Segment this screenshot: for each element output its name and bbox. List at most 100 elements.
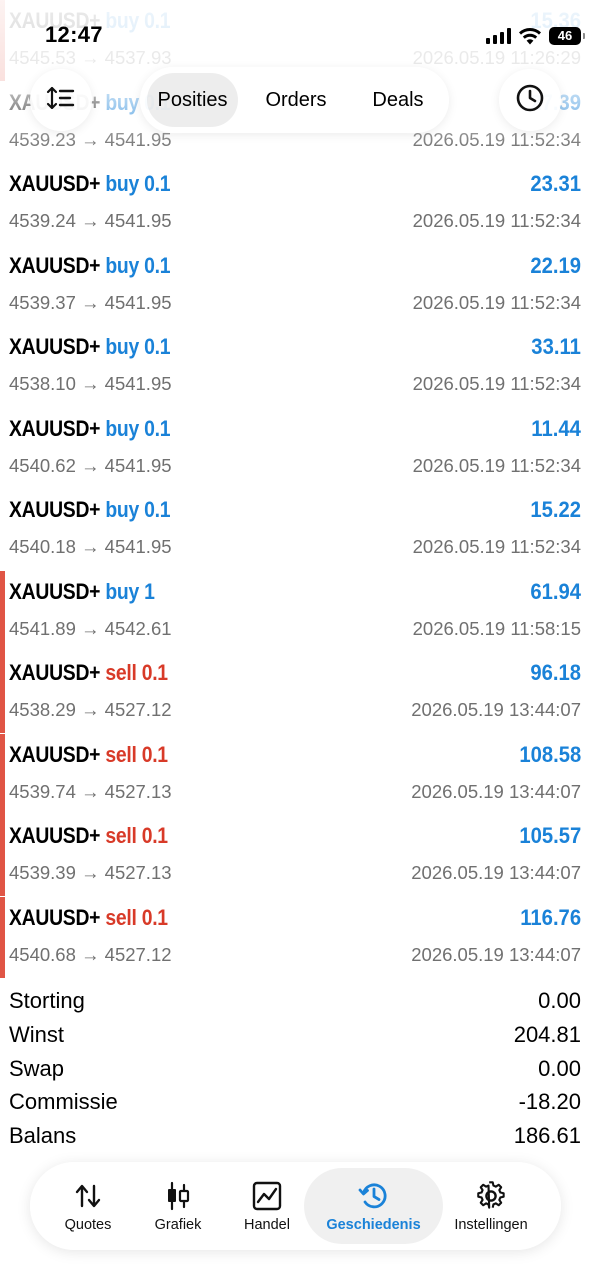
deal-volume: 0.1 bbox=[144, 252, 171, 278]
deal-prices: 4540.68 → 4527.12 bbox=[9, 944, 172, 966]
arrow-right-icon: → bbox=[81, 780, 105, 802]
deal-profit: 33.11 bbox=[531, 334, 581, 359]
nav-handel[interactable]: Handel bbox=[227, 1168, 307, 1244]
history-clock-icon bbox=[357, 1180, 391, 1212]
sort-icon bbox=[46, 85, 76, 116]
up-down-arrows-icon bbox=[71, 1180, 105, 1212]
deal-row[interactable]: XAUUSD+ buy 0.1 15.22 4540.18 → 4541.95 … bbox=[0, 489, 591, 570]
deal-close-price: 4527.12 bbox=[104, 943, 172, 965]
deal-prices: 4541.89 → 4542.61 bbox=[9, 618, 172, 640]
arrow-right-icon: → bbox=[81, 536, 105, 557]
deal-side: sell bbox=[105, 823, 137, 848]
deal-close-price: 4542.61 bbox=[104, 617, 172, 639]
bottom-nav: Quotes Grafiek Handel Geschiedenis Inste… bbox=[30, 1162, 561, 1250]
deal-profit: 22.19 bbox=[530, 252, 581, 278]
deal-volume: 0.1 bbox=[144, 334, 171, 359]
nav-label: Handel bbox=[244, 1217, 290, 1233]
deal-volume: 1 bbox=[144, 578, 155, 604]
summary-row-swap: Swap 0.00 bbox=[0, 1054, 591, 1088]
deal-row[interactable]: XAUUSD+ sell 0.1 108.58 4539.74 → 4527.1… bbox=[0, 733, 591, 815]
deal-open-price: 4540.18 bbox=[9, 536, 76, 557]
wifi-icon bbox=[518, 27, 542, 45]
deal-row[interactable]: XAUUSD+ buy 0.1 23.31 4539.24 → 4541.95 … bbox=[0, 163, 591, 244]
deal-prices: 4540.62 → 4541.95 bbox=[9, 455, 172, 477]
deal-title: XAUUSD+ sell 0.1 bbox=[9, 905, 168, 931]
tab-posities[interactable]: Posities bbox=[147, 73, 238, 127]
deal-symbol: XAUUSD+ bbox=[9, 578, 101, 604]
deal-symbol: XAUUSD+ bbox=[9, 904, 101, 930]
deal-row[interactable]: XAUUSD+ buy 0.1 22.19 4539.37 → 4541.95 … bbox=[0, 245, 591, 326]
summary-value: 0.00 bbox=[538, 988, 581, 1013]
deal-row[interactable]: XAUUSD+ sell 0.1 105.57 4539.39 → 4527.1… bbox=[0, 815, 591, 896]
tab-bar: Posities Orders Deals bbox=[140, 67, 449, 133]
nav-geschiedenis[interactable]: Geschiedenis bbox=[304, 1168, 443, 1244]
deal-title: XAUUSD+ buy 0.1 bbox=[9, 416, 170, 442]
deal-title: XAUUSD+ buy 0.1 bbox=[9, 497, 170, 523]
deal-prices: 4539.39 → 4527.13 bbox=[9, 862, 172, 884]
deal-symbol: XAUUSD+ bbox=[9, 823, 101, 848]
deal-time: 2026.05.19 13:44:07 bbox=[411, 780, 581, 802]
deal-time: 2026.05.19 11:52:34 bbox=[412, 536, 581, 557]
summary-value: 204.81 bbox=[513, 1022, 581, 1047]
summary-label: Commissie bbox=[9, 1089, 118, 1114]
deal-side: sell bbox=[105, 660, 137, 685]
deal-symbol: XAUUSD+ bbox=[9, 660, 101, 685]
deal-side: buy bbox=[105, 252, 139, 278]
summary-label: Winst bbox=[9, 1022, 64, 1047]
deal-open-price: 4538.10 bbox=[9, 373, 76, 394]
deal-time: 2026.05.19 11:52:34 bbox=[412, 291, 581, 313]
deal-close-price: 4541.95 bbox=[104, 210, 172, 231]
deal-close-price: 4541.95 bbox=[104, 291, 172, 313]
deal-profit: 61.94 bbox=[530, 578, 581, 604]
nav-grafiek[interactable]: Grafiek bbox=[138, 1168, 218, 1244]
deal-open-price: 4541.89 bbox=[9, 617, 76, 639]
deal-open-price: 4539.39 bbox=[9, 862, 76, 883]
deal-title: XAUUSD+ sell 0.1 bbox=[9, 742, 168, 768]
deal-volume: 0.1 bbox=[141, 741, 168, 767]
arrow-right-icon: → bbox=[81, 373, 105, 394]
nav-instellingen[interactable]: Instellingen bbox=[442, 1168, 540, 1244]
deal-symbol: XAUUSD+ bbox=[9, 252, 101, 278]
deal-row[interactable]: XAUUSD+ buy 0.1 11.44 4540.62 → 4541.95 … bbox=[0, 408, 591, 489]
deal-row[interactable]: XAUUSD+ sell 0.1 116.76 4540.68 → 4527.1… bbox=[0, 896, 591, 978]
deal-time: 2026.05.19 13:44:07 bbox=[411, 699, 581, 720]
deal-symbol: XAUUSD+ bbox=[9, 415, 101, 441]
deal-open-price: 4538.29 bbox=[9, 699, 76, 720]
summary-value: 186.61 bbox=[513, 1123, 581, 1148]
deal-title: XAUUSD+ buy 0.1 bbox=[9, 334, 170, 360]
period-button[interactable] bbox=[499, 69, 561, 131]
deal-row[interactable]: XAUUSD+ buy 0.1 33.11 4538.10 → 4541.95 … bbox=[0, 326, 591, 407]
sort-button[interactable] bbox=[30, 69, 92, 131]
candlestick-icon bbox=[161, 1180, 195, 1212]
deal-prices: 4539.74 → 4527.13 bbox=[9, 781, 172, 803]
deal-close-price: 4527.13 bbox=[104, 780, 172, 802]
tab-orders[interactable]: Orders bbox=[250, 73, 342, 127]
arrow-right-icon: → bbox=[81, 862, 105, 883]
deal-profit: 15.22 bbox=[530, 497, 581, 522]
deal-profit: 105.57 bbox=[519, 823, 581, 848]
gear-icon bbox=[474, 1180, 508, 1212]
deal-close-price: 4541.95 bbox=[104, 454, 172, 476]
deal-row[interactable]: XAUUSD+ buy 1 61.94 4541.89 → 4542.61 20… bbox=[0, 570, 591, 652]
deal-volume: 0.1 bbox=[144, 497, 171, 522]
deal-title: XAUUSD+ buy 0.1 bbox=[9, 253, 170, 279]
summary-row-storting: Storting 0.00 bbox=[0, 986, 591, 1020]
tab-deals[interactable]: Deals bbox=[355, 73, 441, 127]
deal-side: buy bbox=[105, 171, 139, 196]
deal-profit: 108.58 bbox=[519, 741, 581, 767]
deal-profit: 116.76 bbox=[520, 904, 581, 930]
nav-quotes[interactable]: Quotes bbox=[48, 1168, 128, 1244]
deal-prices: 4539.37 → 4541.95 bbox=[9, 292, 172, 314]
arrow-right-icon: → bbox=[81, 617, 105, 639]
line-chart-icon bbox=[250, 1180, 284, 1212]
deal-time: 2026.05.19 13:44:07 bbox=[411, 862, 581, 883]
deal-prices: 4538.29 → 4527.12 bbox=[9, 699, 172, 721]
nav-label: Instellingen bbox=[454, 1217, 528, 1233]
deal-profit: 11.44 bbox=[531, 415, 581, 441]
deal-time: 2026.05.19 11:52:34 bbox=[412, 454, 581, 476]
summary-label: Storting bbox=[9, 988, 85, 1013]
arrow-right-icon: → bbox=[81, 943, 105, 965]
deal-close-price: 4541.95 bbox=[104, 536, 172, 557]
status-icons: 46 bbox=[486, 24, 585, 48]
deal-row[interactable]: XAUUSD+ sell 0.1 96.18 4538.29 → 4527.12… bbox=[0, 652, 591, 733]
